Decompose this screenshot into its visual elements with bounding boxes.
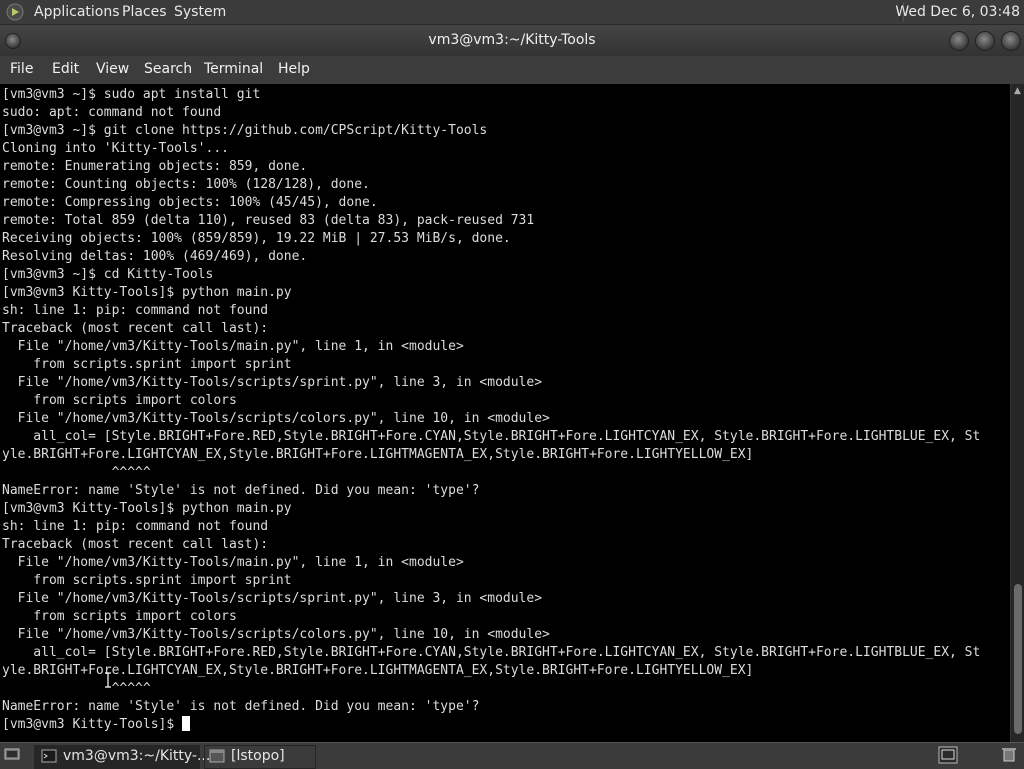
terminal-line: Cloning into 'Kitty-Tools'... <box>2 141 229 156</box>
terminal-line: [vm3@vm3 Kitty-Tools]$ python main.py <box>2 501 292 516</box>
close-icon[interactable] <box>1001 31 1021 51</box>
maximize-icon[interactable] <box>975 31 995 51</box>
taskbar-lstopo-window[interactable]: [lstopo] <box>204 745 316 769</box>
terminal-line: ^^^^^ <box>2 465 151 480</box>
terminal-line: remote: Enumerating objects: 859, done. <box>2 159 308 174</box>
system-menu[interactable]: System <box>174 4 226 20</box>
terminal-line: Traceback (most recent call last): <box>2 321 269 336</box>
taskbar-task-label: vm3@vm3:~/Kitty-... <box>63 748 211 764</box>
terminal-line: yle.BRIGHT+Fore.LIGHTCYAN_EX,Style.BRIGH… <box>2 447 754 462</box>
menubar: File Edit View Search Terminal Help <box>0 56 1024 84</box>
menu-search[interactable]: Search <box>144 61 192 77</box>
terminal-prompt: [vm3@vm3 Kitty-Tools]$ <box>2 717 183 732</box>
scrollbar-thumb[interactable] <box>1014 584 1022 734</box>
terminal-line: [vm3@vm3 ~]$ git clone https://github.co… <box>2 123 488 138</box>
window-titlebar[interactable]: vm3@vm3:~/Kitty-Tools <box>0 25 1024 56</box>
menu-view[interactable]: View <box>96 61 129 77</box>
terminal-line: File "/home/vm3/Kitty-Tools/scripts/colo… <box>2 411 550 426</box>
terminal-line: sh: line 1: pip: command not found <box>2 303 269 318</box>
terminal-line: NameError: name 'Style' is not defined. … <box>2 483 480 498</box>
terminal-line: File "/home/vm3/Kitty-Tools/scripts/spri… <box>2 591 543 606</box>
terminal-line: Traceback (most recent call last): <box>2 537 269 552</box>
taskbar-task-label: [lstopo] <box>231 748 285 764</box>
terminal-line: ^^^^^ <box>2 681 151 696</box>
terminal-area[interactable]: [vm3@vm3 ~]$ sudo apt install git sudo: … <box>0 84 1010 742</box>
window-icon <box>209 749 225 763</box>
menu-file[interactable]: File <box>10 61 33 77</box>
terminal-output: [vm3@vm3 ~]$ sudo apt install git sudo: … <box>2 86 980 734</box>
terminal-line: all_col= [Style.BRIGHT+Fore.RED,Style.BR… <box>2 429 981 444</box>
terminal-line: [vm3@vm3 Kitty-Tools]$ python main.py <box>2 285 292 300</box>
terminal-line: Resolving deltas: 100% (469/469), done. <box>2 249 308 264</box>
menu-help[interactable]: Help <box>278 61 310 77</box>
show-desktop-icon[interactable] <box>4 746 20 762</box>
terminal-scrollbar[interactable]: ▲ <box>1010 84 1024 742</box>
terminal-icon <box>41 749 57 763</box>
terminal-line: File "/home/vm3/Kitty-Tools/main.py", li… <box>2 339 464 354</box>
terminal-line: yle.BRIGHT+Fore.LIGHTCYAN_EX,Style.BRIGH… <box>2 663 754 678</box>
terminal-line: NameError: name 'Style' is not defined. … <box>2 699 480 714</box>
terminal-line: remote: Compressing objects: 100% (45/45… <box>2 195 378 210</box>
places-menu[interactable]: Places <box>122 4 167 20</box>
taskbar-terminal-window[interactable]: vm3@vm3:~/Kitty-... <box>34 745 210 769</box>
terminal-line: remote: Counting objects: 100% (128/128)… <box>2 177 370 192</box>
window-title: vm3@vm3:~/Kitty-Tools <box>428 32 596 48</box>
text-cursor <box>182 716 191 731</box>
terminal-line: File "/home/vm3/Kitty-Tools/scripts/spri… <box>2 375 543 390</box>
bottom-taskbar: vm3@vm3:~/Kitty-... [lstopo] <box>0 742 1024 769</box>
terminal-line: sh: line 1: pip: command not found <box>2 519 269 534</box>
terminal-line: from scripts import colors <box>2 609 237 624</box>
terminal-line: from scripts import colors <box>2 393 237 408</box>
menu-terminal[interactable]: Terminal <box>204 61 263 77</box>
minimize-icon[interactable] <box>949 31 969 51</box>
trash-icon[interactable] <box>1000 746 1018 762</box>
terminal-line: [vm3@vm3 ~]$ sudo apt install git <box>2 87 261 102</box>
scroll-up-icon[interactable]: ▲ <box>1014 86 1021 96</box>
menu-edit[interactable]: Edit <box>52 61 79 77</box>
terminal-line: File "/home/vm3/Kitty-Tools/scripts/colo… <box>2 627 550 642</box>
top-panel: Applications Places System Wed Dec 6, 03… <box>0 0 1024 25</box>
terminal-line: all_col= [Style.BRIGHT+Fore.RED,Style.BR… <box>2 645 981 660</box>
terminal-line: Receiving objects: 100% (859/859), 19.22… <box>2 231 511 246</box>
terminal-line: from scripts.sprint import sprint <box>2 573 292 588</box>
clock[interactable]: Wed Dec 6, 03:48 <box>895 4 1020 20</box>
workspace-switcher-icon[interactable] <box>938 746 958 764</box>
terminal-line: sudo: apt: command not found <box>2 105 222 120</box>
ibeam-cursor-icon <box>105 672 111 688</box>
terminal-line: [vm3@vm3 ~]$ cd Kitty-Tools <box>2 267 214 282</box>
terminal-line: File "/home/vm3/Kitty-Tools/main.py", li… <box>2 555 464 570</box>
terminal-line: remote: Total 859 (delta 110), reused 83… <box>2 213 535 228</box>
gnome-foot-icon[interactable] <box>6 3 24 21</box>
terminal-line: from scripts.sprint import sprint <box>2 357 292 372</box>
applications-menu[interactable]: Applications <box>34 4 120 20</box>
